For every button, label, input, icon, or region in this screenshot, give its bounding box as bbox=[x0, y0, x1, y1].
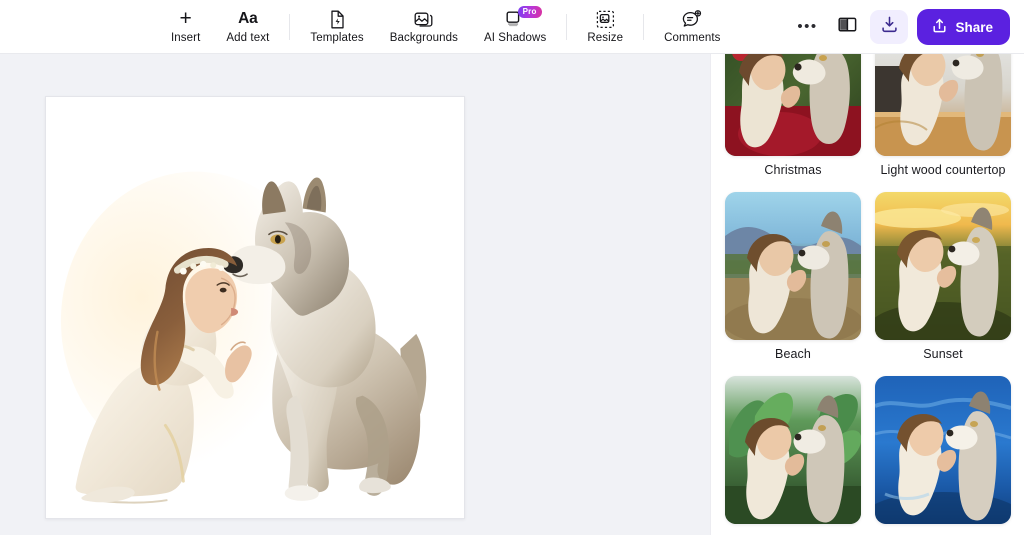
background-label-beach: Beach bbox=[775, 347, 811, 361]
background-label-christmas: Christmas bbox=[764, 163, 822, 177]
background-option-beach[interactable]: Beach bbox=[725, 192, 861, 370]
backgrounds-panel[interactable]: Christmas Light wood countertop Beach Su… bbox=[710, 54, 1024, 535]
background-thumbnail-tropical-leaves[interactable] bbox=[725, 376, 861, 524]
toolbar-divider bbox=[643, 13, 645, 40]
toolbar-label-backgrounds: Backgrounds bbox=[389, 31, 458, 44]
text-aa-icon: Aa bbox=[238, 10, 258, 27]
toolbar-item-comments[interactable]: Comments bbox=[651, 0, 733, 54]
ai-shadows-icon: Pro bbox=[506, 5, 542, 29]
backgrounds-icon bbox=[414, 10, 433, 29]
girl-and-wolf-artwork bbox=[46, 97, 464, 518]
toolbar-item-backgrounds[interactable]: Backgrounds bbox=[377, 0, 471, 54]
background-thumbnail-blue-water[interactable] bbox=[875, 376, 1011, 524]
panel-gap bbox=[696, 54, 710, 535]
toolbar-label-insert: Insert bbox=[171, 31, 201, 44]
background-label-light-wood-countertop: Light wood countertop bbox=[880, 163, 1006, 177]
background-option-sunset[interactable]: Sunset bbox=[875, 192, 1011, 370]
background-option-tropical-leaves[interactable] bbox=[725, 376, 861, 535]
toolbar-item-insert[interactable]: + Insert bbox=[158, 0, 213, 54]
more-options-button[interactable]: ••• bbox=[790, 10, 824, 44]
image-editor-app: + Insert Aa Add text Templates Backgroun… bbox=[0, 0, 1024, 535]
comments-icon bbox=[682, 9, 702, 29]
toolbar-label-resize: Resize bbox=[587, 31, 624, 44]
more-options-icon: ••• bbox=[797, 18, 818, 35]
resize-icon bbox=[596, 10, 615, 29]
templates-icon bbox=[329, 10, 346, 29]
download-icon bbox=[880, 15, 899, 39]
toolbar-item-ai-shadows[interactable]: Pro AI Shadows bbox=[471, 0, 559, 54]
toolbar-label-add-text: Add text bbox=[226, 31, 270, 44]
toolbar-label-templates: Templates bbox=[310, 31, 364, 44]
toolbar-item-resize[interactable]: Resize bbox=[574, 0, 636, 54]
toolbar-tool-group: + Insert Aa Add text Templates Backgroun… bbox=[158, 0, 733, 54]
share-label: Share bbox=[955, 19, 993, 35]
toolbar-label-comments: Comments bbox=[664, 31, 721, 44]
background-option-light-wood-countertop[interactable]: Light wood countertop bbox=[875, 54, 1011, 186]
toolbar-item-add-text[interactable]: Aa Add text bbox=[213, 0, 282, 54]
compare-view-icon bbox=[837, 15, 858, 39]
background-label-sunset: Sunset bbox=[923, 347, 963, 361]
background-thumbnail-christmas[interactable] bbox=[725, 54, 861, 156]
top-toolbar: + Insert Aa Add text Templates Backgroun… bbox=[0, 0, 1024, 54]
toolbar-item-templates[interactable]: Templates bbox=[297, 0, 376, 54]
canvas-card[interactable] bbox=[45, 96, 465, 519]
compare-view-button[interactable] bbox=[830, 10, 864, 44]
background-thumbnail-light-wood-countertop[interactable] bbox=[875, 54, 1011, 156]
download-button[interactable] bbox=[870, 10, 909, 44]
background-thumbnail-beach[interactable] bbox=[725, 192, 861, 340]
toolbar-right-actions: ••• Share bbox=[790, 0, 1010, 54]
toolbar-divider bbox=[566, 13, 568, 40]
share-icon bbox=[931, 17, 948, 37]
toolbar-label-ai-shadows: AI Shadows bbox=[483, 31, 547, 44]
pro-badge: Pro bbox=[517, 5, 542, 18]
canvas-area[interactable] bbox=[0, 54, 696, 535]
background-thumbnail-sunset[interactable] bbox=[875, 192, 1011, 340]
editor-body: Christmas Light wood countertop Beach Su… bbox=[0, 54, 1024, 535]
background-option-christmas[interactable]: Christmas bbox=[725, 54, 861, 186]
background-option-blue-water[interactable] bbox=[875, 376, 1011, 535]
toolbar-divider bbox=[289, 13, 291, 40]
plus-icon: + bbox=[179, 7, 192, 30]
share-button[interactable]: Share bbox=[917, 9, 1010, 45]
backgrounds-thumbnail-grid: Christmas Light wood countertop Beach Su… bbox=[711, 54, 1024, 535]
